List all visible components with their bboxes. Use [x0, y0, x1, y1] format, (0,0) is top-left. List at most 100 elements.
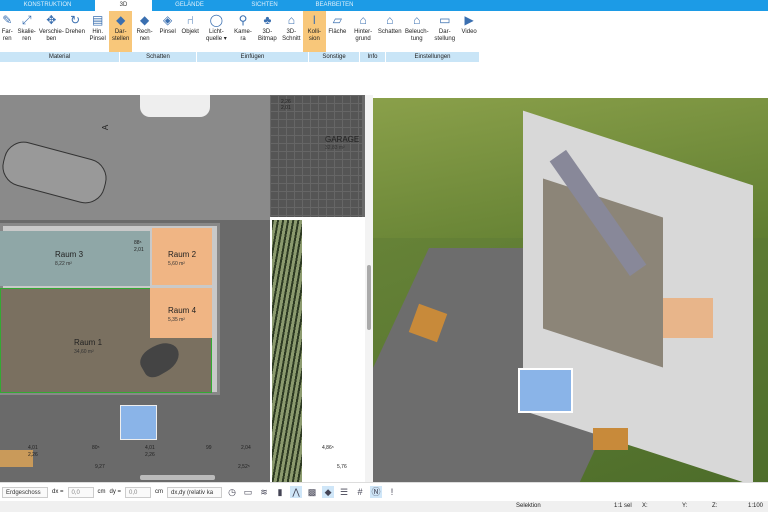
dimension: 4,86⁵	[322, 445, 334, 451]
ribbon-button-kame[interactable]: ⚲ Kame- ra	[231, 11, 255, 52]
tab-sichten[interactable]: SICHTEN	[227, 0, 302, 11]
tab-gelaende[interactable]: GELÄNDE	[152, 0, 227, 11]
group-einfuegen: Einfügen	[197, 52, 309, 62]
room-label-raum3: Raum 3	[55, 250, 84, 259]
ribbon-button-label: Kame- ra	[234, 29, 252, 42]
ribbon-button-label: Fläche	[328, 29, 347, 35]
dimension: 5,76	[337, 464, 347, 470]
horizontal-scrollbar[interactable]	[140, 475, 215, 480]
snap-icon[interactable]: ⋀	[290, 486, 303, 498]
dimension: 2,01	[134, 247, 144, 253]
group-info: Info	[360, 52, 386, 62]
dimension: 99	[206, 445, 212, 451]
ribbon-button-objekt[interactable]: ⑁ Objekt	[178, 11, 201, 52]
dimension: 4,01	[28, 445, 38, 451]
room-label-garage: GARAGE	[325, 135, 360, 144]
ribbon-button-video[interactable]: ▶ Video	[458, 11, 480, 52]
diamond-icon[interactable]: ◆	[322, 486, 335, 498]
status-x: X:	[642, 503, 648, 509]
play-icon: ▶	[464, 13, 474, 27]
layers-icon[interactable]: ≋	[258, 486, 270, 498]
scale-icon: ⤢	[21, 13, 32, 27]
dy-unit: cm	[155, 489, 164, 495]
ribbon-button-pinsel[interactable]: ◈ Pinsel	[157, 11, 179, 52]
coordinate-mode-select[interactable]: dx,dy (relativ ka	[167, 486, 223, 498]
ribbon-button-skalie[interactable]: ⤢ Skalie- ren	[14, 11, 38, 52]
cube-icon: ◆	[116, 13, 126, 27]
bathroom-floor	[663, 298, 713, 338]
room-area-raum1: 34,60 m²	[74, 349, 94, 355]
dimension: 80⁵	[92, 445, 100, 451]
ribbon-button-hin[interactable]: ▤ Hin. Pinsel	[86, 11, 109, 52]
bed	[120, 405, 157, 440]
chair-icon: ⑁	[186, 13, 194, 27]
ribbon-button-label: Verschie- ben	[38, 29, 64, 42]
ribbon-button-hinter[interactable]: ⌂ Hinter- grund	[349, 11, 377, 52]
ribbon-button-far[interactable]: ✎ Far- ren	[0, 11, 14, 52]
group-material: Material	[0, 52, 120, 62]
ribbon-button-label: Rech- nen	[136, 29, 153, 42]
ribbon-button-beleuch[interactable]: ⌂ Beleuch- tung	[402, 11, 431, 52]
paint-icon: ✎	[2, 13, 13, 27]
ribbon-button-rech[interactable]: ◆ Rech- nen	[132, 11, 156, 52]
floor-plan-view[interactable]: A GARAGE 32,83 m² Raum 3 8,22 m² Raum 2 …	[0, 95, 365, 482]
ribbon-button-label: Pinsel	[159, 29, 176, 35]
ribbon-button-label: 3D- Schnitt	[282, 29, 301, 42]
status-y: Y:	[682, 503, 688, 509]
house-light-icon: ⌂	[413, 13, 421, 27]
ribbon-groups: Material Schatten Einfügen Sonstige Info…	[0, 52, 480, 62]
garage	[270, 95, 362, 217]
ribbon-button-fläche[interactable]: ▱ Fläche	[326, 11, 349, 52]
monitor-icon[interactable]: ▭	[242, 486, 254, 498]
ribbon-button-schatten[interactable]: ⌂ Schatten	[377, 11, 402, 52]
ribbon-button-dar[interactable]: ◆ Dar- stellen	[108, 11, 133, 52]
hedge	[272, 220, 302, 482]
collision-icon: ǀ	[312, 13, 316, 27]
ribbon-button-label: Dar- stellen	[112, 29, 130, 42]
ribbon-button-3d[interactable]: ⌂ 3D- Schnitt	[280, 11, 303, 52]
grid-icon[interactable]: #	[354, 486, 366, 498]
cube-icon: ◆	[139, 13, 150, 27]
vertical-scrollbar[interactable]	[365, 95, 373, 482]
tab-konstruktion[interactable]: KONSTRUKTION	[0, 0, 95, 11]
tab-3d[interactable]: 3D	[95, 0, 152, 11]
paint-icon[interactable]: ▮	[274, 486, 286, 498]
section-icon: ⌂	[287, 13, 295, 27]
group-sonstige: Sonstige	[309, 52, 360, 62]
status-mode: Selektion	[516, 503, 541, 509]
stack-icon[interactable]: ☰	[338, 486, 350, 498]
dy-input[interactable]: 0,0	[125, 486, 152, 498]
north-icon[interactable]: Ⓝ	[370, 486, 383, 498]
move-icon: ✥	[46, 13, 57, 27]
texture-icon[interactable]: ▩	[306, 486, 318, 498]
ribbon-button-drehen[interactable]: ↻ Drehen	[64, 11, 87, 52]
dy-label: dy =	[109, 489, 122, 495]
room-area-garage: 32,83 m²	[325, 145, 345, 151]
info-icon[interactable]: !	[386, 486, 398, 498]
brush-icon: ▤	[92, 13, 104, 27]
bulb-icon: ◯	[209, 13, 224, 27]
dx-label: dx =	[52, 489, 64, 495]
ribbon-button-dar[interactable]: ▭ Dar- stellung	[431, 11, 458, 52]
3d-view[interactable]	[373, 98, 768, 482]
ribbon-button-label: Hinter- grund	[354, 29, 373, 42]
room-label-raum1: Raum 1	[74, 338, 103, 347]
floor-select[interactable]: Erdgeschoss	[2, 486, 48, 498]
ribbon-button-3d[interactable]: ♣ 3D- Bitmap	[255, 11, 279, 52]
dx-input[interactable]: 0,0	[67, 486, 94, 498]
clock-icon[interactable]: ◷	[226, 486, 238, 498]
ribbon-button-verschie[interactable]: ✥ Verschie- ben	[39, 11, 64, 52]
ribbon-button-licht[interactable]: ◯ Licht- quelle ▾	[202, 11, 231, 52]
tab-bearbeiten[interactable]: BEARBEITEN	[302, 0, 367, 11]
dimension: 2,52⁵	[238, 464, 250, 470]
room-area-raum3: 8,22 m²	[55, 261, 72, 267]
cube-brush-icon: ◈	[163, 13, 173, 27]
dimension: 2,26	[28, 452, 38, 458]
ribbon-button-label: Video	[461, 29, 477, 35]
dimension: 2,04	[241, 445, 251, 451]
room-area-raum4: 5,35 m²	[168, 317, 185, 323]
ribbon-button-kolli[interactable]: ǀ Kolli- sion	[303, 11, 326, 52]
status-bar: Selektion 1:1 sel X: Y: Z: 1:100	[0, 501, 768, 512]
room-label-raum2: Raum 2	[168, 250, 197, 259]
camera-icon: ⚲	[238, 13, 248, 27]
